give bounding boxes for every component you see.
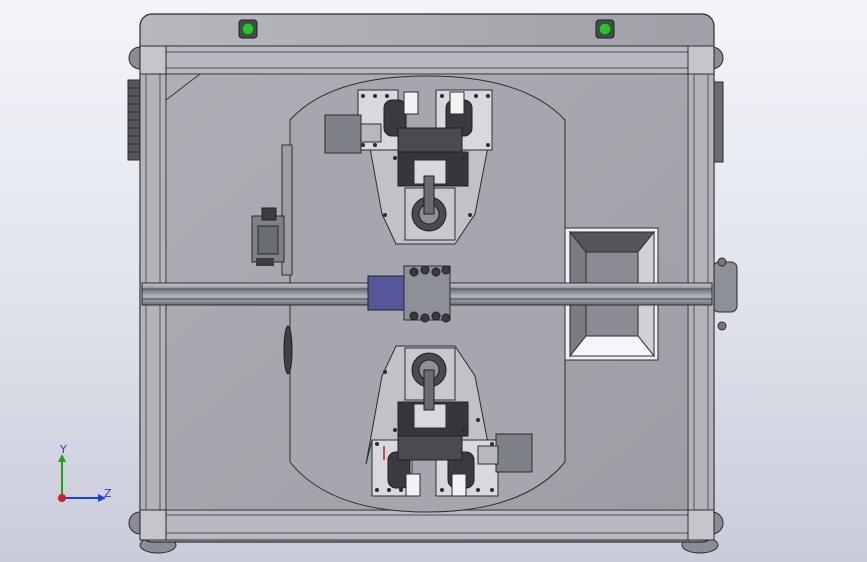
right-side-panel bbox=[712, 81, 738, 331]
left-indicator-light[interactable] bbox=[238, 19, 258, 39]
z-axis-label: Z bbox=[104, 487, 112, 500]
coordinate-triad: Y Z bbox=[58, 443, 112, 502]
right-indicator-light[interactable] bbox=[595, 19, 615, 39]
cad-viewport[interactable]: Y Z bbox=[0, 0, 867, 562]
cad-model-drawing: Y Z bbox=[58, 13, 738, 554]
triad-origin-dot bbox=[58, 494, 66, 502]
y-axis-label: Y bbox=[59, 443, 67, 456]
left-side-vent bbox=[127, 79, 141, 161]
